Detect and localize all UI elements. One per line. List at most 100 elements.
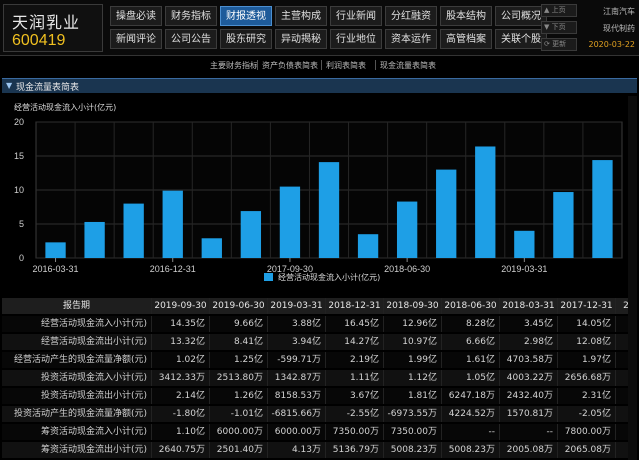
up-arrow-icon: ▲ xyxy=(544,6,550,14)
tab-0-1[interactable]: 财务指标 xyxy=(165,6,217,26)
tab-0-2[interactable]: 财报透视 xyxy=(220,6,272,26)
table-cell: 2501.40万 xyxy=(210,442,268,458)
bar-0 xyxy=(45,242,66,258)
refresh-icon: ⟳ xyxy=(544,40,550,48)
table-cell: 7800.00万 xyxy=(558,424,616,440)
table-cell: 4703.58万 xyxy=(500,352,558,368)
table-row: 筹资活动现金流入小计(元) 1.10亿 6000.00万 6000.00万 7350.0… xyxy=(2,424,637,440)
row-label: 经营活动现金流入小计(元) xyxy=(2,316,152,332)
prev-page-button[interactable]: ▲ 上页 xyxy=(541,4,577,17)
legend-swatch xyxy=(264,273,273,281)
tab-0-0[interactable]: 操盘必读 xyxy=(110,6,162,26)
cashflow-chart: 经营活动现金流入小计(亿元) 0 5 10 15 20 2016-03-31 2016-12… xyxy=(2,94,637,294)
table-cell: -2.05亿 xyxy=(558,406,616,422)
tab-0-7[interactable]: 公司概况 xyxy=(495,6,547,26)
row-label: 经营活动产生的现金流量净额(元) xyxy=(2,352,152,368)
y-tick-label: 5 xyxy=(19,219,24,229)
table-cell: 2513.80万 xyxy=(210,370,268,386)
table-cell: 1.11亿 xyxy=(326,370,384,386)
y-tick-label: 20 xyxy=(14,117,24,127)
table-cell: 3.94亿 xyxy=(268,334,326,350)
table-cell: 1.05亿 xyxy=(442,370,500,386)
sub-tab-1[interactable]: 资产负债表简表 xyxy=(262,60,318,71)
table-cell: 1570.81万 xyxy=(500,406,558,422)
table-cell: 12.08亿 xyxy=(558,334,616,350)
tab-1-5[interactable]: 资本运作 xyxy=(385,29,437,49)
bar-7 xyxy=(318,162,340,258)
tab-0-5[interactable]: 分红融资 xyxy=(385,6,437,26)
table-cell: 1.81亿 xyxy=(384,388,442,404)
bar-5 xyxy=(240,211,262,258)
y-tick-label: 0 xyxy=(19,253,24,263)
refresh-button[interactable]: ⟳ 更新 xyxy=(541,38,577,51)
down-arrow-icon: ▼ xyxy=(544,23,550,31)
next-stock-name[interactable]: 现代制药 xyxy=(603,23,635,34)
bar-6 xyxy=(279,186,301,258)
table-cell: 3.45亿 xyxy=(500,316,558,332)
next-page-button[interactable]: ▼ 下页 xyxy=(541,21,577,34)
table-cell: 2.14亿 xyxy=(152,388,210,404)
bar-12 xyxy=(514,230,535,258)
tab-1-1[interactable]: 公司公告 xyxy=(165,29,217,49)
table-cell: -- xyxy=(442,424,500,440)
table-row: 投资活动现金流出小计(元) 2.14亿 1.26亿 8158.53万 3.67亿 1.81… xyxy=(2,388,637,404)
sub-tab-divider xyxy=(257,60,258,70)
table-cell: 2.98亿 xyxy=(500,334,558,350)
table-cell: 5008.23万 xyxy=(442,442,500,458)
table-cell: 1.97亿 xyxy=(558,352,616,368)
sub-tab-3[interactable]: 现金流量表简表 xyxy=(380,60,436,71)
collapse-arrow-icon[interactable]: ▼ xyxy=(6,81,12,90)
x-tick-label: 2019-03-31 xyxy=(501,264,547,274)
column-header: 2018-06-30 xyxy=(442,298,500,314)
legend-label: 经营活动现金流入小计(亿元) xyxy=(278,272,380,282)
table-cell: 6.66亿 xyxy=(442,334,500,350)
column-header: 2019-09-30 xyxy=(152,298,210,314)
bar-14 xyxy=(592,160,613,258)
vertical-scrollbar[interactable] xyxy=(628,96,637,460)
y-tick-label: 15 xyxy=(14,151,24,161)
tab-0-3[interactable]: 主营构成 xyxy=(275,6,327,26)
table-cell: 5008.23万 xyxy=(384,442,442,458)
sub-tab-divider xyxy=(321,60,322,70)
table-cell: 14.27亿 xyxy=(326,334,384,350)
y-tick-label: 10 xyxy=(14,185,24,195)
table-cell: 2.31亿 xyxy=(558,388,616,404)
table-cell: 9.66亿 xyxy=(210,316,268,332)
sub-tab-0[interactable]: 主要财务指标 xyxy=(210,60,258,71)
row-label: 投资活动现金流出小计(元) xyxy=(2,388,152,404)
bar-11 xyxy=(475,146,496,258)
section-header[interactable]: ▼ 现金流量表简表 xyxy=(2,78,637,93)
table-cell: 16.45亿 xyxy=(326,316,384,332)
tab-0-6[interactable]: 股本结构 xyxy=(440,6,492,26)
tab-1-0[interactable]: 新闻评论 xyxy=(110,29,162,49)
table-cell: 1342.87万 xyxy=(268,370,326,386)
tab-1-2[interactable]: 股东研究 xyxy=(220,29,272,49)
sub-tab-divider xyxy=(375,60,376,70)
table-cell: 2065.08万 xyxy=(558,442,616,458)
table-cell: 7350.00万 xyxy=(384,424,442,440)
side-panel: ▲ 上页 江南汽车 ▼ 下页 现代制药 ⟳ 更新 2020-03-22 xyxy=(541,4,637,52)
prev-stock-name[interactable]: 江南汽车 xyxy=(603,6,635,17)
bar-9 xyxy=(396,201,418,258)
column-header: 2019-06-30 xyxy=(210,298,268,314)
sub-tab-2[interactable]: 利润表简表 xyxy=(326,60,366,71)
table-cell: 6000.00万 xyxy=(210,424,268,440)
table-cell: -1.80亿 xyxy=(152,406,210,422)
bar-2 xyxy=(123,203,144,258)
column-header: 2018-09-30 xyxy=(384,298,442,314)
table-cell: 3.88亿 xyxy=(268,316,326,332)
table-cell: 7350.00万 xyxy=(326,424,384,440)
table-cell: -1.01亿 xyxy=(210,406,268,422)
tab-1-7[interactable]: 关联个股 xyxy=(495,29,547,49)
table-cell: 3.67亿 xyxy=(326,388,384,404)
tab-0-4[interactable]: 行业新闻 xyxy=(330,6,382,26)
x-tick-label: 2016-03-31 xyxy=(33,264,79,274)
bar-3 xyxy=(162,190,183,258)
tab-1-3[interactable]: 异动揭秘 xyxy=(275,29,327,49)
column-header: 报告期 xyxy=(2,298,152,314)
table-cell: 12.96亿 xyxy=(384,316,442,332)
tab-1-6[interactable]: 高管档案 xyxy=(440,29,492,49)
tab-1-4[interactable]: 行业地位 xyxy=(330,29,382,49)
bar-10 xyxy=(436,169,457,258)
column-header: 2019-03-31 xyxy=(268,298,326,314)
